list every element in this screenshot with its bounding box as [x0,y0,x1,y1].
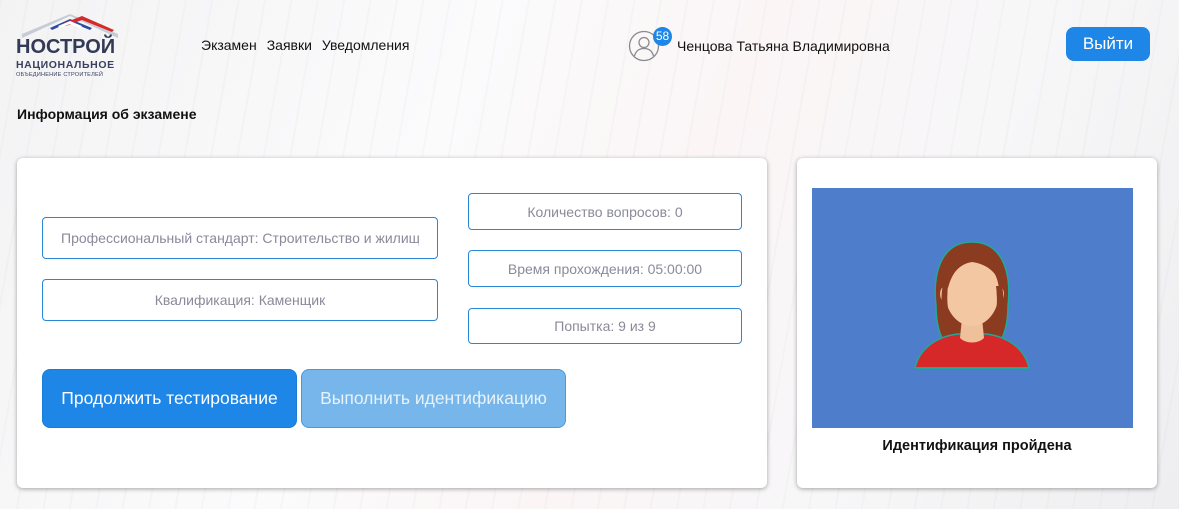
logo-subtitle: НАЦИОНАЛЬНОЕ [16,59,115,71]
nostroy-logo[interactable]: НОСТРОЙ НАЦИОНАЛЬНОЕ ОБЪЕДИНЕНИЕ СТРОИТЕ… [14,14,124,84]
logo-brand: НОСТРОЙ [16,36,116,58]
continue-testing-button[interactable]: Продолжить тестирование [42,369,297,428]
avatar[interactable]: 58 [628,27,672,62]
identification-status: Идентификация пройдена [882,438,1072,454]
professional-standard-field[interactable] [42,217,438,259]
attempt-field[interactable] [468,308,742,344]
page-title: Информация об экзамене [17,106,197,122]
duration-field[interactable] [468,250,742,287]
nav-item-applications[interactable]: Заявки [267,37,312,53]
question-count-field[interactable] [468,193,742,230]
identification-card: Идентификация пройдена [797,158,1157,488]
exam-info-card: Продолжить тестирование Выполнить иденти… [17,158,767,488]
qualification-field[interactable] [42,279,438,321]
nav-item-notifications[interactable]: Уведомления [322,37,410,53]
user-name: Ченцова Татьяна Владимировна [677,38,890,54]
identification-photo [812,188,1133,428]
identify-button[interactable]: Выполнить идентификацию [301,369,566,428]
notification-badge[interactable]: 58 [653,27,672,46]
female-avatar-icon [914,241,1030,369]
main-nav: Экзамен Заявки Уведомления [201,37,409,53]
logout-button[interactable]: Выйти [1066,27,1150,61]
logo-subtitle-small: ОБЪЕДИНЕНИЕ СТРОИТЕЛЕЙ [16,72,104,78]
nav-item-exam[interactable]: Экзамен [201,37,257,53]
user-profile[interactable]: 58 Ченцова Татьяна Владимировна [628,27,890,62]
